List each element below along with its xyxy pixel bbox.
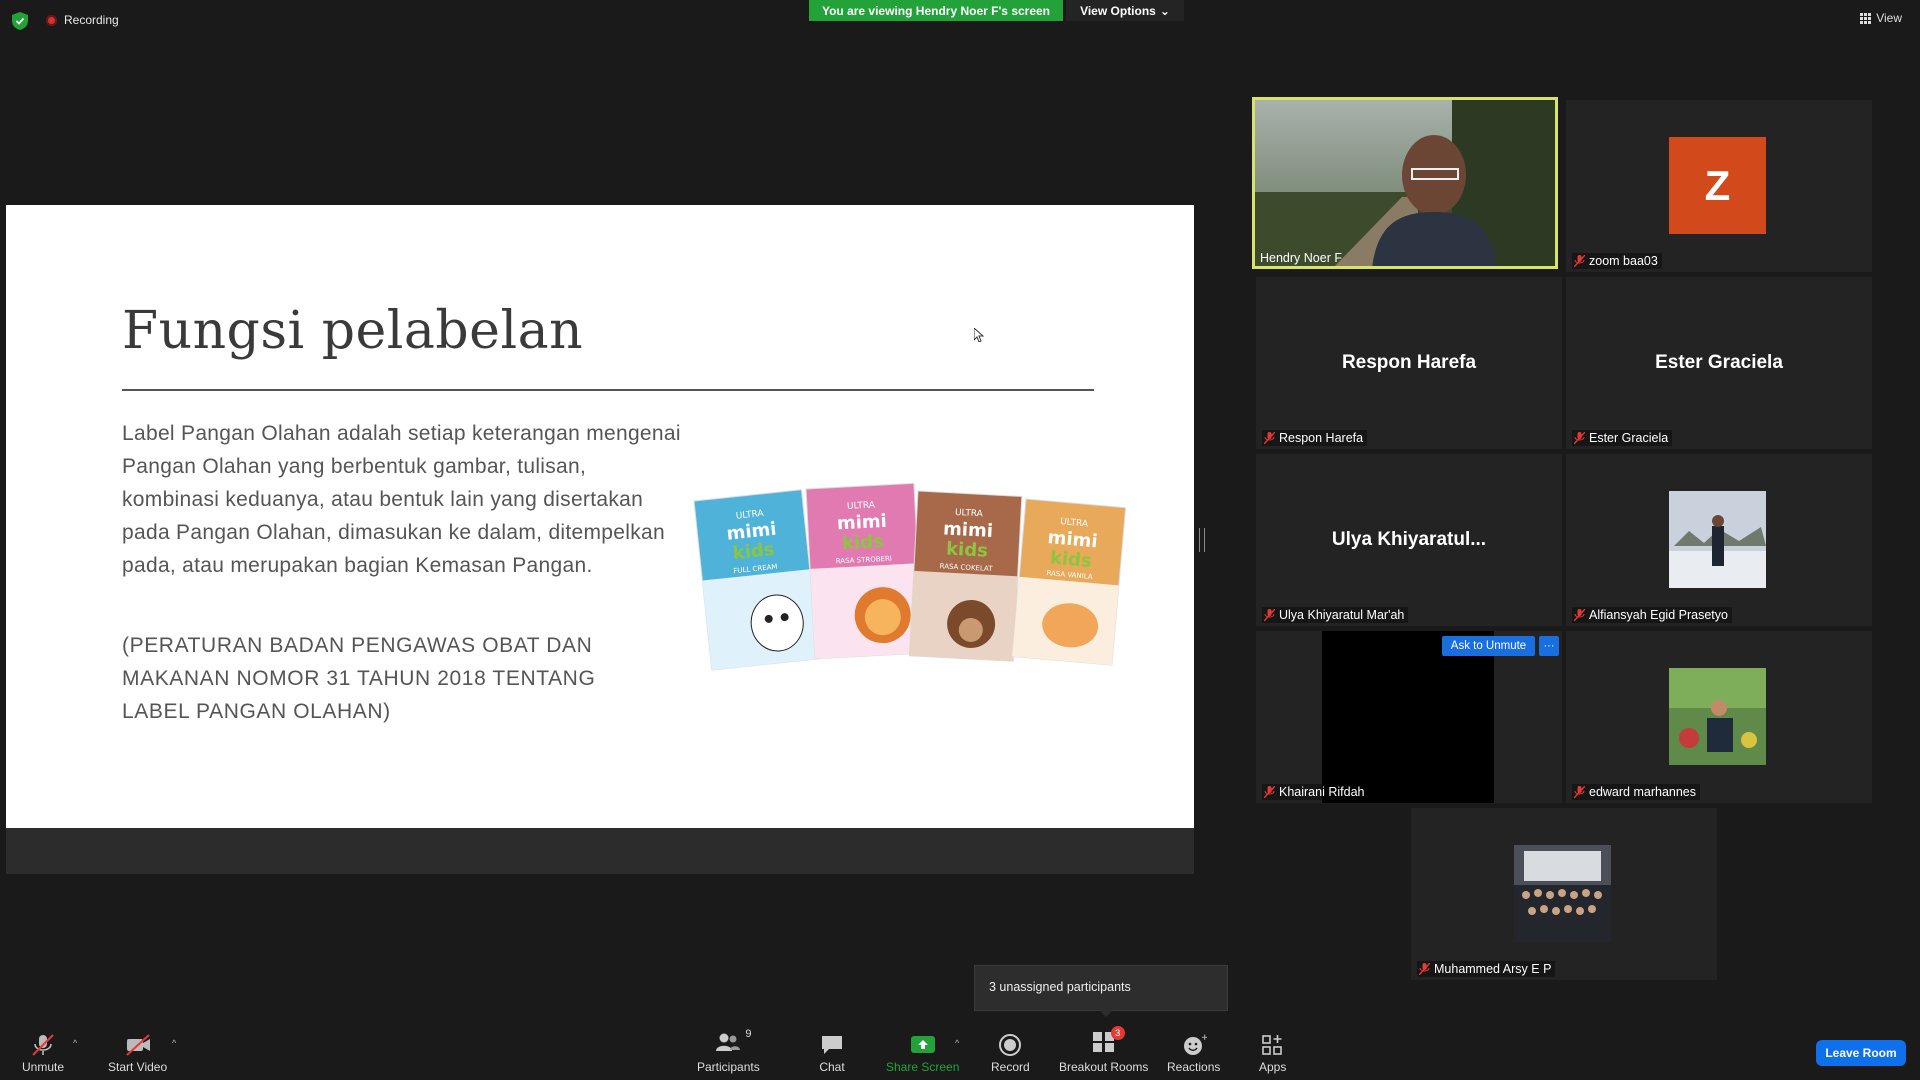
svg-text:kids: kids xyxy=(946,539,989,562)
muted-mic-icon xyxy=(1264,786,1275,798)
record-button[interactable]: Record xyxy=(991,1033,1030,1074)
chat-icon xyxy=(822,1036,842,1054)
view-button[interactable]: View xyxy=(1860,11,1902,25)
participant-tile-alfiansyah[interactable]: Alfiansyah Egid Prasetyo xyxy=(1566,454,1872,626)
ask-to-unmute-button[interactable]: Ask to Unmute xyxy=(1442,636,1535,656)
viewing-banner: You are viewing Hendry Noer F's screen xyxy=(809,0,1063,21)
muted-mic-icon xyxy=(1264,609,1275,621)
participant-tile-ester-graciela[interactable]: Ester Graciela Ester Graciela xyxy=(1566,277,1872,449)
start-video-button[interactable]: Start Video xyxy=(108,1033,167,1074)
svg-text:kids: kids xyxy=(732,539,776,564)
breakout-badge: 3 xyxy=(1110,1026,1125,1040)
grid-view-icon xyxy=(1860,12,1872,24)
participant-display-name: Ester Graciela xyxy=(1655,352,1783,373)
participant-name-label: Ulya Khiyaratul Mar'ah xyxy=(1262,607,1409,623)
participants-icon xyxy=(716,1033,741,1051)
video-options-caret[interactable]: ^ xyxy=(172,1038,176,1048)
panel-resize-handle[interactable] xyxy=(1199,528,1205,552)
participants-count: 9 xyxy=(745,1028,752,1040)
shared-screen-slide: Fungsi pelabelan Label Pangan Olahan ada… xyxy=(6,205,1194,828)
recording-indicator[interactable]: Recording xyxy=(46,13,119,27)
hendry-video-feed xyxy=(1252,97,1558,269)
svg-text:kids: kids xyxy=(841,531,884,554)
svg-text:+: + xyxy=(1201,1033,1207,1043)
participant-display-name: Ulya Khiyaratul... xyxy=(1331,529,1487,550)
leave-room-button[interactable]: Leave Room xyxy=(1816,1040,1906,1066)
more-options-button[interactable]: ··· xyxy=(1539,636,1559,656)
slide-divider xyxy=(122,389,1094,391)
unmute-button[interactable]: Unmute xyxy=(22,1033,64,1074)
profile-photo xyxy=(1669,668,1766,765)
participant-tile-muhammed[interactable]: Muhammed Arsy E P xyxy=(1411,808,1717,980)
svg-text:kids: kids xyxy=(1049,547,1092,572)
view-options-button[interactable]: View Options ⌄ xyxy=(1066,0,1184,21)
view-options-label: View Options xyxy=(1080,3,1156,18)
muted-mic-icon xyxy=(1574,255,1585,267)
apps-icon xyxy=(1261,1035,1282,1055)
share-options-caret[interactable]: ^ xyxy=(955,1038,959,1048)
avatar: Z xyxy=(1669,137,1766,234)
recording-label: Recording xyxy=(64,13,119,27)
milk-box-3: ULTRA mimi kids RASA COKELAT xyxy=(908,490,1023,662)
breakout-rooms-button[interactable]: 3 Breakout Rooms xyxy=(1059,1026,1148,1074)
chat-button[interactable]: Chat xyxy=(819,1033,845,1074)
participant-name-label: Khairani Rifdah xyxy=(1262,784,1369,800)
view-label: View xyxy=(1876,11,1902,25)
participant-tile-edward[interactable]: edward marhannes xyxy=(1566,631,1872,803)
slide-reference-text: (PERATURAN BADAN PENGAWAS OBAT DAN MAKAN… xyxy=(122,634,596,723)
video-off-icon xyxy=(125,1034,150,1056)
muted-mic-icon xyxy=(1574,786,1585,798)
smiley-plus-icon: + xyxy=(1183,1033,1207,1055)
participant-name-label: Hendry Noer F xyxy=(1260,251,1342,265)
muted-mic-icon xyxy=(1574,609,1585,621)
unassigned-participants-tooltip: 3 unassigned participants xyxy=(974,965,1228,1017)
share-screen-button[interactable]: Share Screen xyxy=(886,1033,959,1074)
milk-box-2: ULTRA mimi kids RASA STROBERI xyxy=(805,482,924,660)
chevron-down-icon: ⌄ xyxy=(1159,3,1170,18)
participant-name-label: zoom baa03 xyxy=(1572,253,1662,269)
participant-name-label: Muhammed Arsy E P xyxy=(1417,961,1556,977)
muted-mic-icon xyxy=(1574,432,1585,444)
participant-name-label: edward marhannes xyxy=(1572,784,1701,800)
participant-tile-hendry[interactable]: Hendry Noer F xyxy=(1252,97,1558,269)
mouse-cursor-icon xyxy=(974,328,984,342)
milk-box-1: ULTRA mimi kids FULL CREAM xyxy=(693,489,820,671)
video-off-area xyxy=(1322,631,1494,803)
record-dot-icon xyxy=(46,14,57,26)
participant-name-label: Ester Graciela xyxy=(1572,430,1673,446)
svg-text:ULTRA: ULTRA xyxy=(955,508,984,519)
svg-text:ULTRA: ULTRA xyxy=(847,500,876,511)
slide-title: Fungsi pelabelan xyxy=(122,301,584,361)
record-icon xyxy=(999,1034,1022,1056)
muted-mic-icon xyxy=(1419,963,1430,975)
participant-tile-khairani[interactable]: Ask to Unmute ··· Khairani Rifdah xyxy=(1256,631,1562,803)
participant-tile-zoom-baa03[interactable]: Z zoom baa03 xyxy=(1566,100,1872,272)
milk-box-4: ULTRA mimi kids RASA VANILA xyxy=(1011,498,1127,666)
participant-tile-ulya[interactable]: Ulya Khiyaratul... Ulya Khiyaratul Mar'a… xyxy=(1256,454,1562,626)
participant-name-label: Respon Harefa xyxy=(1262,430,1368,446)
participants-button[interactable]: 9 Participants xyxy=(697,1028,760,1074)
participant-name-label: Alfiansyah Egid Prasetyo xyxy=(1572,607,1732,623)
security-shield-icon[interactable] xyxy=(12,12,28,30)
reactions-button[interactable]: + Reactions xyxy=(1167,1033,1220,1074)
audio-options-caret[interactable]: ^ xyxy=(73,1038,77,1048)
share-screen-icon xyxy=(910,1036,935,1053)
slide-body-text: Label Pangan Olahan adalah setiap ketera… xyxy=(122,422,681,577)
participant-display-name: Respon Harefa xyxy=(1341,352,1477,373)
apps-button[interactable]: Apps xyxy=(1259,1033,1286,1074)
profile-photo xyxy=(1669,491,1766,588)
participant-tile-respon-harefa[interactable]: Respon Harefa Respon Harefa xyxy=(1256,277,1562,449)
meeting-toolbar: Unmute ^ Start Video ^ 9 Participants Ch… xyxy=(0,1018,1920,1080)
slide-footer-bar xyxy=(6,828,1194,874)
muted-mic-icon xyxy=(1264,432,1275,444)
milk-products-image: ULTRA mimi kids FULL CREAM ULTRA mimi ki… xyxy=(693,482,1127,671)
profile-photo xyxy=(1514,845,1611,942)
muted-mic-icon xyxy=(32,1034,54,1056)
